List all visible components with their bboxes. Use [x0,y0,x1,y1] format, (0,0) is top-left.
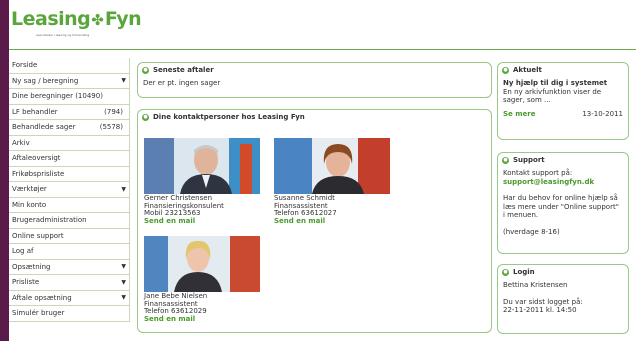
sidebar-item-count: (5578) [99,123,123,132]
sidebar-nav: Forside Ny sag / beregning ▼ Dine beregning… [9,58,130,322]
sidebar-item-count: (794) [104,107,123,116]
sidebar-item-label: Opsætning [12,262,51,271]
sidebar-item-label: Prisliste [12,278,40,287]
news-title: Aktuelt [513,66,542,74]
sidebar-item[interactable]: LF behandler (794) [9,104,130,120]
chevron-down-icon: ▼ [121,263,126,271]
contacts-title: Dine kontaktpersoner hos Leasing Fyn [153,113,305,121]
sidebar-item[interactable]: Ny sag / beregning ▼ [9,73,130,89]
sidebar-item-label: Online support [12,231,64,240]
logo-tagline: specialister i leasing og forhandling [36,33,90,37]
send-mail-link[interactable]: Send en mail [274,217,394,226]
login-title: Login [513,268,535,276]
sidebar-item-label: Log af [12,247,34,256]
sidebar-item-label: Værktøjer [12,185,47,194]
sidebar-item-label: Ny sag / beregning [12,76,79,85]
login-last-label: Du var sidst logget på: [503,297,583,306]
news-headline: Ny hjælp til dig i systemet [503,79,608,87]
chevron-down-icon: ▼ [121,185,126,193]
sidebar-item[interactable]: Forside [9,58,130,74]
sidebar-item[interactable]: Værktøjer ▼ [9,182,130,198]
news-body: En ny arkivfunktion viser de sager, som … [503,87,602,105]
sidebar-item[interactable]: Opsætning ▼ [9,259,130,275]
sidebar-item-label: Brugeradministration [12,216,87,225]
contact-card: Susanne Schmidt Finansassistent Telefon … [274,138,394,225]
sidebar-item[interactable]: Online support [9,228,130,244]
sidebar-item-label: Simulér bruger [12,309,65,318]
sidebar-item-label: Behandlede sager [12,123,76,132]
news-panel: ● Aktuelt Ny hjælp til dig i systemet En … [497,62,629,140]
info-dot-icon: ● [502,156,509,164]
logo-text-a: Leasing [11,8,91,30]
login-user: Bettina Kristensen [503,281,568,289]
news-body-wrap: Ny hjælp til dig i systemet En ny arkivf… [498,77,628,120]
panel-header: ● Aktuelt [498,63,628,77]
news-date: 13-10-2011 [582,109,623,118]
support-email-link[interactable]: support@leasingfyn.dk [503,178,623,187]
logo[interactable]: Leasing✤Fyn specialister i leasing og fo… [11,8,142,37]
panel-header: ● Login [498,265,628,279]
chevron-down-icon: ▼ [121,77,126,85]
send-mail-link[interactable]: Send en mail [144,217,264,226]
support-body: Har du behov for online hjælp så læs mer… [503,194,619,219]
support-body-wrap: Kontakt support på: support@leasingfyn.d… [498,167,628,238]
sidebar-item-label: LF behandler [12,107,58,116]
sidebar-item[interactable]: Aftale opsætning ▼ [9,290,130,306]
latest-agreements-panel: ● Seneste aftaler Der er pt. ingen sager [137,62,492,98]
info-dot-icon: ● [502,268,509,276]
sidebar-item[interactable]: Log af [9,244,130,260]
login-panel: ● Login Bettina Kristensen Du var sidst l… [497,264,629,334]
sidebar-item[interactable]: Behandlede sager (5578) [9,120,130,136]
chevron-down-icon: ▼ [121,278,126,286]
sidebar-item-label: Aftaleoversigt [12,154,61,163]
contact-photo [144,236,260,292]
read-more-link[interactable]: Se mere [503,110,535,119]
page: Leasing✤Fyn specialister i leasing og fo… [9,0,636,341]
sidebar-item[interactable]: Frikøbsprisliste [9,166,130,182]
contact-card: Jane Bebe Nielsen Finansassistent Telefo… [144,236,264,323]
login-timestamp: 22-11-2011 kl. 14:50 [503,306,577,314]
sidebar-item-label: Arkiv [12,138,30,147]
clover-icon: ✤ [91,11,104,29]
contact-card: Gerner Christensen Finansieringskonsulen… [144,138,264,225]
header: Leasing✤Fyn specialister i leasing og fo… [9,0,636,50]
logo-text-b: Fyn [104,8,142,30]
support-title: Support [513,156,545,164]
sidebar-item-label: Min konto [12,200,47,209]
sidebar-item[interactable]: Brugeradministration [9,213,130,229]
sidebar-item[interactable]: Aftaleoversigt [9,151,130,167]
chevron-down-icon: ▼ [121,294,126,302]
contacts-panel: ● Dine kontaktpersoner hos Leasing Fyn Ge… [137,109,492,333]
sidebar-item[interactable]: Arkiv [9,135,130,151]
sidebar-item[interactable]: Min konto [9,197,130,213]
sidebar-item-label: Dine beregninger (10490) [12,92,103,101]
login-body-wrap: Bettina Kristensen Du var sidst logget p… [498,279,628,317]
support-hours: (hverdage 8-16) [503,227,560,236]
sidebar-item[interactable]: Prisliste ▼ [9,275,130,291]
sidebar-item-label: Aftale opsætning [12,293,72,302]
sidebar-item[interactable]: Dine beregninger (10490) [9,89,130,105]
sidebar-item-label: Forside [12,61,38,70]
panel-header: ● Support [498,153,628,167]
info-dot-icon: ● [142,66,149,74]
news-footer: Se mere 13-10-2011 [503,110,623,119]
send-mail-link[interactable]: Send en mail [144,315,264,324]
contact-photo [274,138,390,194]
info-dot-icon: ● [142,113,149,121]
panel-header: ● Dine kontaktpersoner hos Leasing Fyn [138,110,491,124]
latest-text: Der er pt. ingen sager [143,79,221,87]
info-dot-icon: ● [502,66,509,74]
sidebar-item[interactable]: Simulér bruger [9,306,130,322]
latest-title: Seneste aftaler [153,66,214,74]
panel-header: ● Seneste aftaler [138,63,491,77]
sidebar-item-label: Frikøbsprisliste [12,169,65,178]
contact-photo [144,138,260,194]
support-panel: ● Support Kontakt support på: support@lea… [497,152,629,254]
support-line: Kontakt support på: [503,169,573,177]
